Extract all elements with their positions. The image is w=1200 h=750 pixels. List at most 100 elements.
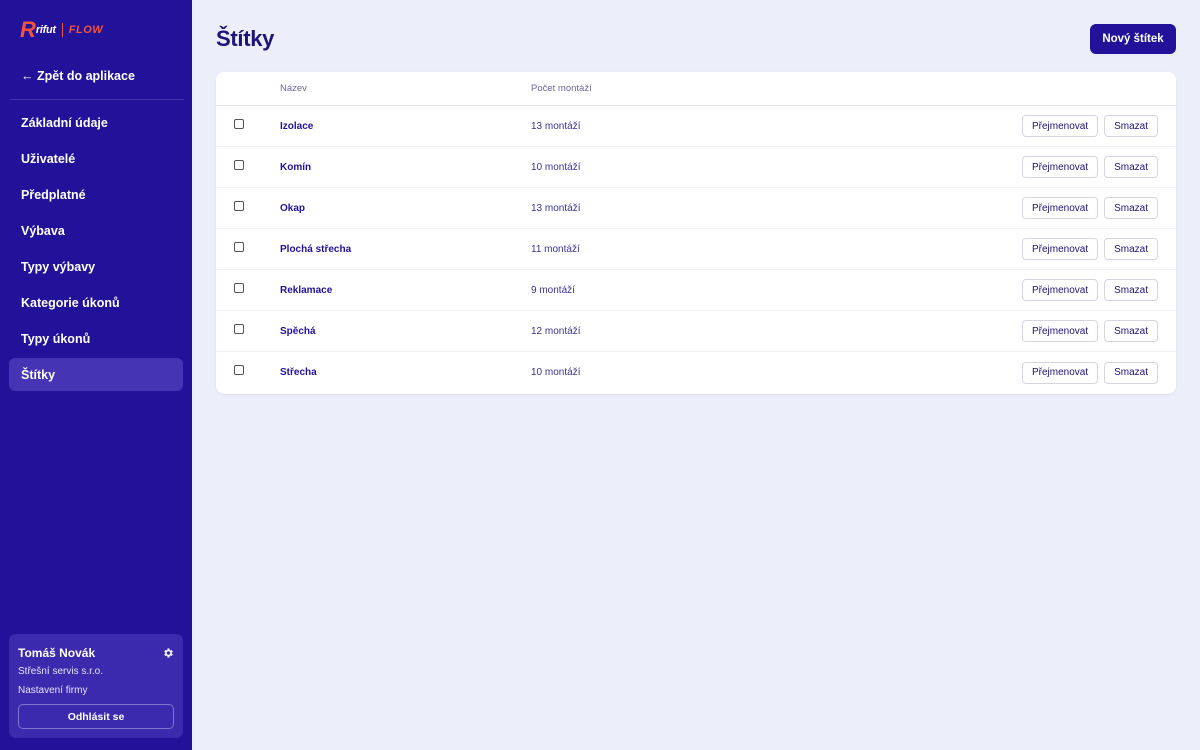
column-header-count: Počet montáží [531,83,592,94]
row-checkbox[interactable] [234,365,244,375]
tags-table: Název Počet montáží Izolace 13 montáží Pře… [216,72,1176,394]
tag-count: 12 montáží [531,325,581,337]
sidebar-item-task-categories[interactable]: Kategorie úkonů [9,286,183,319]
row-check-cell [216,365,280,378]
delete-button[interactable]: Smazat [1104,115,1158,137]
tag-name[interactable]: Střecha [280,367,317,378]
delete-button[interactable]: Smazat [1104,279,1158,301]
tag-count: 13 montáží [531,120,581,132]
company-settings-link[interactable]: Nastavení firmy [18,685,87,696]
rename-button[interactable]: Přejmenovat [1021,320,1099,342]
app-root: R rifut FLOW ← Zpět do aplikace Základní… [0,0,1200,750]
name-cell: Plochá střecha [280,244,531,255]
sidebar-divider [10,99,184,100]
count-cell: 10 montáží [531,367,831,378]
user-name-row: Tomáš Novák [18,646,174,660]
sidebar-item-task-types[interactable]: Typy úkonů [9,322,183,355]
sidebar-item-equipment-types[interactable]: Typy výbavy [9,250,183,283]
name-cell: Komín [280,162,531,173]
tag-name[interactable]: Komín [280,162,311,173]
tag-name[interactable]: Izolace [280,121,313,132]
tag-count: 9 montáží [531,284,575,296]
tag-count: 10 montáží [531,367,581,378]
rename-button[interactable]: Přejmenovat [1021,115,1099,137]
delete-button[interactable]: Smazat [1104,156,1158,178]
user-name: Tomáš Novák [18,646,96,660]
count-cell: 10 montáží [531,162,831,173]
delete-button[interactable]: Smazat [1104,238,1158,260]
brand-logo[interactable]: R rifut FLOW [20,19,103,41]
actions-cell: Přejmenovat Smazat [831,320,1176,342]
count-cell: 9 montáží [531,285,831,296]
table-header: Název Počet montáží [216,72,1176,106]
name-cell: Reklamace [280,285,531,296]
tag-count: 13 montáží [531,202,581,214]
sidebar: R rifut FLOW ← Zpět do aplikace Základní… [0,0,192,750]
sidebar-item-subscription[interactable]: Předplatné [9,178,183,211]
back-to-app-link[interactable]: ← Zpět do aplikace [21,69,135,83]
rename-button[interactable]: Přejmenovat [1021,238,1099,260]
name-cell: Střecha [280,367,531,378]
logout-button[interactable]: Odhlásit se [18,704,174,729]
row-checkbox[interactable] [234,118,244,129]
user-card: Tomáš Novák Střešní servis s.r.o. Nastav… [9,634,183,738]
actions-cell: Přejmenovat Smazat [831,361,1176,384]
row-checkbox[interactable] [234,200,244,211]
sidebar-item-users[interactable]: Uživatelé [9,142,183,175]
table-row: Komín 10 montáží Přejmenovat Smazat [216,147,1176,188]
row-check-cell [216,241,280,255]
tag-name[interactable]: Plochá střecha [280,244,351,255]
actions-cell: Přejmenovat Smazat [831,197,1176,219]
gear-icon[interactable] [162,647,174,659]
row-checkbox[interactable] [234,241,244,252]
row-checkbox[interactable] [234,282,244,293]
row-check-cell [216,282,280,296]
actions-cell: Přejmenovat Smazat [831,238,1176,260]
tag-name[interactable]: Spěchá [280,326,316,337]
user-company: Střešní servis s.r.o. [18,666,104,677]
actions-cell: Přejmenovat Smazat [831,115,1176,137]
delete-button[interactable]: Smazat [1104,197,1158,219]
new-tag-button[interactable]: Nový štítek [1090,24,1176,54]
row-check-cell [216,323,280,337]
count-cell: 13 montáží [531,121,831,132]
tag-name[interactable]: Reklamace [280,285,332,296]
name-cell: Okap [280,203,531,214]
count-cell: 11 montáží [531,244,831,255]
tag-count: 10 montáží [531,161,581,173]
rename-button[interactable]: Přejmenovat [1021,197,1099,219]
rename-button[interactable]: Přejmenovat [1021,156,1099,178]
page-title: Štítky [216,26,275,51]
row-checkbox[interactable] [234,159,244,170]
count-cell: 12 montáží [531,326,831,337]
row-check-cell [216,118,280,132]
column-header-name: Název [280,83,307,94]
table-row: Střecha 10 montáží Přejmenovat Smazat [216,352,1176,393]
rename-button[interactable]: Přejmenovat [1021,279,1099,301]
delete-button[interactable]: Smazat [1104,320,1158,342]
actions-cell: Přejmenovat Smazat [831,279,1176,301]
sidebar-item-equipment[interactable]: Výbava [9,214,183,247]
count-cell: 13 montáží [531,203,831,214]
table-row: Plochá střecha 11 montáží Přejmenovat Smaza… [216,229,1176,270]
tag-count: 11 montáží [531,243,580,255]
tag-name[interactable]: Okap [280,203,305,214]
rename-button[interactable]: Přejmenovat [1021,361,1099,384]
row-check-cell [216,159,280,173]
table-row: Izolace 13 montáží Přejmenovat Smazat [216,106,1176,147]
sidebar-item-tags[interactable]: Štítky [9,358,183,391]
logo-product: FLOW [68,24,104,36]
sidebar-item-basic-info[interactable]: Základní údaje [9,106,183,139]
row-checkbox[interactable] [234,323,244,334]
logo-separator [61,23,63,37]
row-check-cell [216,200,280,214]
actions-cell: Přejmenovat Smazat [831,156,1176,178]
table-row: Spěchá 12 montáží Přejmenovat Smazat [216,311,1176,352]
sidebar-nav: Základní údaje Uživatelé Předplatné Výbava T… [9,106,183,394]
delete-button[interactable]: Smazat [1104,361,1158,384]
name-cell: Spěchá [280,326,531,337]
table-row: Okap 13 montáží Přejmenovat Smazat [216,188,1176,229]
main-content: Štítky Nový štítek Název Počet montáží I… [192,0,1200,750]
logo-letter: R [20,17,36,42]
logo-word: rifut [35,24,56,36]
